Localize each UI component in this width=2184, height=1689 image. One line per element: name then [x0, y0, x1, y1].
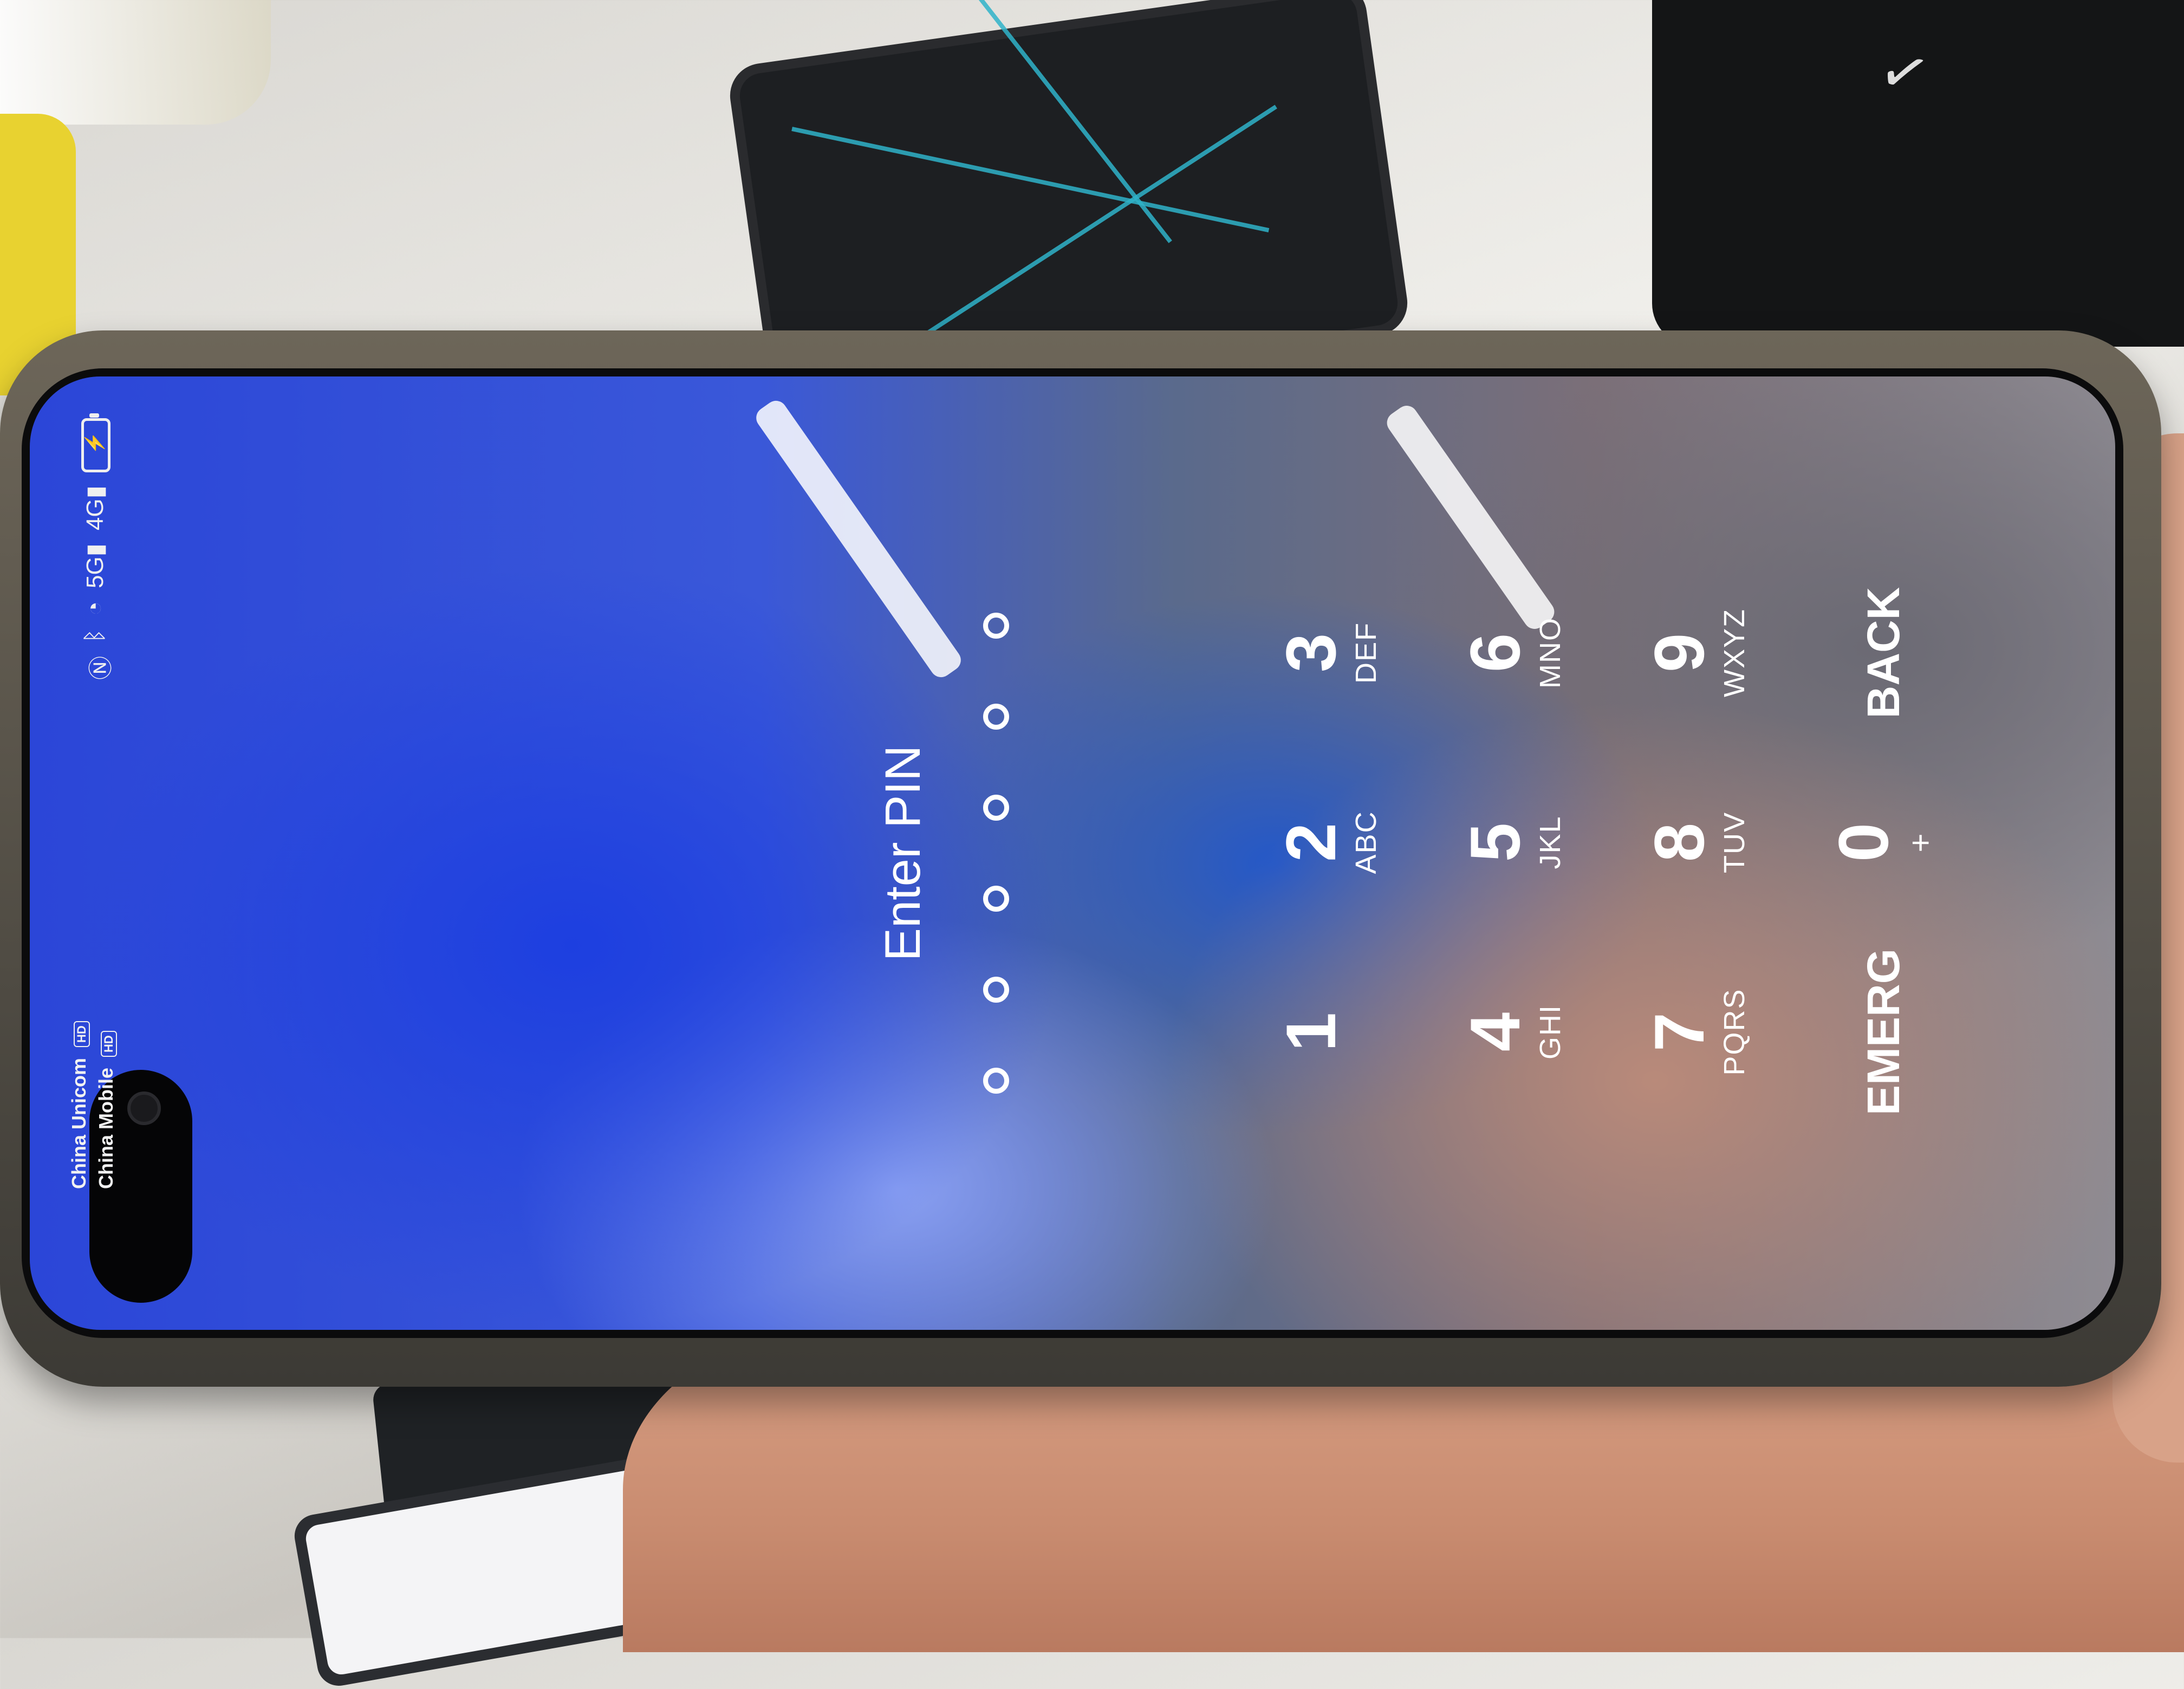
nfc-icon: Ⓝ	[88, 656, 114, 680]
carrier-2-name: China Mobile	[95, 1068, 117, 1189]
pin-indicator	[983, 376, 1009, 1330]
key-2[interactable]: 2 ABC	[1271, 772, 1406, 913]
key-5[interactable]: 5 JKL	[1455, 772, 1590, 913]
key-3[interactable]: 3 DEF	[1271, 582, 1406, 723]
key-8[interactable]: 8 TUV	[1640, 772, 1774, 913]
carrier-2-hd-badge: HD	[101, 1031, 117, 1057]
status-icons: Ⓝ ᛒ ◔ 5G▮ 4G▮ ⚡	[81, 418, 116, 680]
carrier-1: China Unicom HD	[68, 1021, 90, 1189]
key-6[interactable]: 6 MNO	[1455, 582, 1590, 723]
keypad-row: 4 GHI 5 JKL 6 MNO	[1455, 582, 1590, 1102]
phone-device: China Unicom HD China Mobile HD Ⓝ ᛒ ◔ 5G…	[0, 330, 2161, 1387]
pin-dot	[983, 613, 1009, 639]
key-1[interactable]: 1	[1271, 962, 1406, 1102]
keypad-row: EMERG 0 + BACK	[1824, 582, 1958, 1115]
pin-title: Enter PIN	[875, 745, 931, 962]
phone-screen: China Unicom HD China Mobile HD Ⓝ ᛒ ◔ 5G…	[30, 376, 2115, 1330]
key-7[interactable]: 7 PQRS	[1640, 962, 1774, 1102]
carrier-2: China Mobile HD	[95, 1031, 118, 1189]
key-4[interactable]: 4 GHI	[1455, 962, 1590, 1102]
glass-object	[0, 0, 271, 125]
emergency-button[interactable]: EMERG	[1828, 949, 1958, 1115]
keypad-row: 1 2 ABC 3 DEF	[1271, 582, 1406, 1102]
pin-dot	[983, 795, 1009, 821]
carrier-1-hd-badge: HD	[74, 1021, 90, 1047]
signal-4g-icon: 4G▮	[82, 485, 108, 531]
back-button[interactable]: BACK	[1828, 582, 1958, 723]
battery-charging-icon: ⚡	[81, 418, 110, 473]
signal-5g-icon: 5G▮	[82, 543, 108, 589]
pin-keypad: 1 2 ABC 3 DEF 4 GHI 5 JKL 6 MNO 7 PQRS 8 TUV 9W…	[1271, 582, 2012, 1115]
key-9[interactable]: 9 WXYZ	[1640, 582, 1774, 723]
pin-dot	[983, 704, 1009, 730]
pin-dot	[983, 886, 1009, 912]
pin-dot	[983, 1068, 1009, 1094]
lock-screen: China Unicom HD China Mobile HD Ⓝ ᛒ ◔ 5G…	[30, 376, 2115, 1330]
keypad-row: 7 PQRS 8 TUV 9 WXYZ	[1640, 582, 1774, 1102]
pin-dot	[983, 977, 1009, 1003]
carrier-1-name: China Unicom	[68, 1057, 90, 1189]
bluetooth-icon: ᛒ	[81, 628, 108, 643]
wifi-icon: ◔	[81, 601, 108, 616]
key-0[interactable]: 0 +	[1824, 772, 1958, 913]
